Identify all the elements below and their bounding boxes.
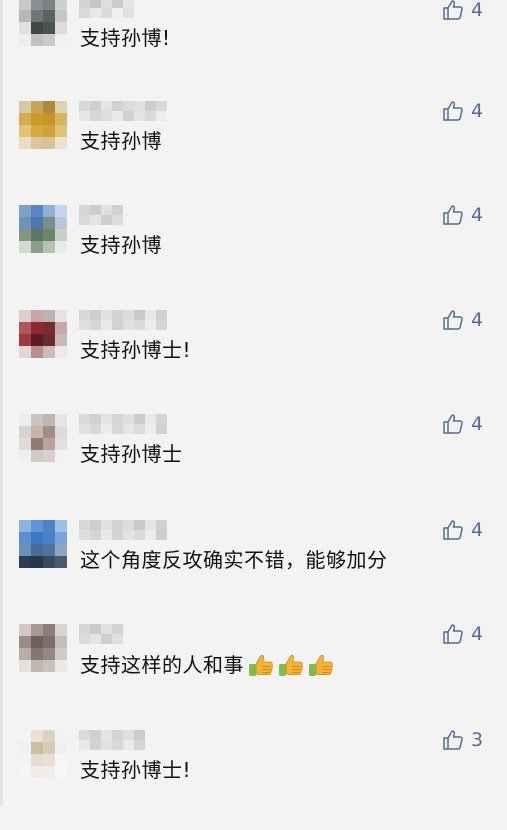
comment-text: 支持孙博士! [80, 338, 191, 362]
like-count: 4 [471, 623, 484, 645]
thumbs-up-outline-icon[interactable] [441, 412, 465, 436]
like-count: 3 [471, 729, 484, 751]
comment-text: 支持孙博士! [80, 758, 191, 782]
thumbs-up-outline-icon[interactable] [441, 203, 465, 227]
like-button[interactable]: 4 [441, 99, 483, 123]
comment-text: 支持孙博! [80, 26, 171, 50]
thumbs-up-emoji-icon [279, 654, 303, 676]
comment-text: 支持孙博 [80, 129, 162, 153]
commenter-name-pixelated[interactable] [79, 101, 167, 121]
like-count: 4 [471, 413, 484, 435]
like-count: 4 [471, 309, 484, 331]
comment-item: 支持孙博 4 [0, 97, 507, 201]
comment-text-content: 支持孙博! [80, 26, 171, 50]
avatar[interactable] [19, 730, 67, 778]
thumbs-up-emoji-icon [309, 654, 333, 676]
thumbs-up-outline-icon[interactable] [441, 308, 465, 332]
avatar[interactable] [19, 414, 67, 462]
comment-text-content: 支持孙博 [80, 233, 162, 257]
like-count: 4 [471, 204, 484, 226]
commenter-name-pixelated[interactable] [79, 0, 134, 18]
commenter-name-pixelated[interactable] [79, 310, 167, 330]
like-count: 4 [471, 100, 484, 122]
thumbs-up-outline-icon[interactable] [441, 622, 465, 646]
avatar[interactable] [19, 520, 67, 568]
thumbs-up-emoji-icon [249, 654, 273, 676]
comment-item: 支持孙博士 4 [0, 410, 507, 514]
comment-item: 支持孙博! 4 [0, 0, 507, 104]
comment-text-content: 支持孙博士! [80, 338, 192, 362]
comment-text: 支持这样的人和事 [80, 652, 334, 678]
avatar[interactable] [19, 0, 67, 46]
like-button[interactable]: 3 [441, 728, 483, 752]
comment-text-content: 支持孙博 [80, 129, 162, 153]
comment-item: 支持这样的人和事 4 [0, 620, 507, 724]
commenter-name-pixelated[interactable] [79, 205, 123, 225]
comment-item: 支持孙博士! 4 [0, 306, 507, 410]
commenter-name-pixelated[interactable] [79, 520, 167, 540]
commenter-name-pixelated[interactable] [79, 730, 145, 750]
avatar[interactable] [19, 205, 67, 253]
like-count: 4 [471, 519, 484, 541]
commenter-name-pixelated[interactable] [79, 414, 167, 434]
comment-item: 支持孙博 4 [0, 201, 507, 305]
avatar[interactable] [19, 101, 67, 149]
like-button[interactable]: 4 [441, 203, 483, 227]
avatar[interactable] [19, 624, 67, 672]
commenter-name-pixelated[interactable] [79, 624, 123, 644]
comment-text-content: 支持这样的人和事 [80, 653, 244, 677]
comment-item: 支持孙博士! 3 [0, 726, 507, 830]
thumbs-up-outline-icon[interactable] [441, 518, 465, 542]
like-button[interactable]: 4 [441, 0, 483, 22]
like-button[interactable]: 4 [441, 412, 483, 436]
thumbs-up-outline-icon[interactable] [441, 0, 465, 22]
thumbs-up-outline-icon[interactable] [441, 728, 465, 752]
like-button[interactable]: 4 [441, 308, 483, 332]
comment-text: 支持孙博 [80, 233, 162, 257]
avatar[interactable] [19, 310, 67, 358]
comment-text-content: 支持孙博士 [80, 442, 183, 466]
like-count: 4 [471, 0, 484, 21]
thumbs-up-outline-icon[interactable] [441, 99, 465, 123]
like-button[interactable]: 4 [441, 518, 483, 542]
comment-text-content: 这个角度反攻确实不错，能够加分 [80, 548, 388, 572]
comment-text: 这个角度反攻确实不错，能够加分 [80, 548, 388, 572]
like-button[interactable]: 4 [441, 622, 483, 646]
comment-item: 这个角度反攻确实不错，能够加分 4 [0, 516, 507, 620]
comment-text-content: 支持孙博士! [80, 758, 192, 782]
comment-text: 支持孙博士 [80, 442, 183, 466]
